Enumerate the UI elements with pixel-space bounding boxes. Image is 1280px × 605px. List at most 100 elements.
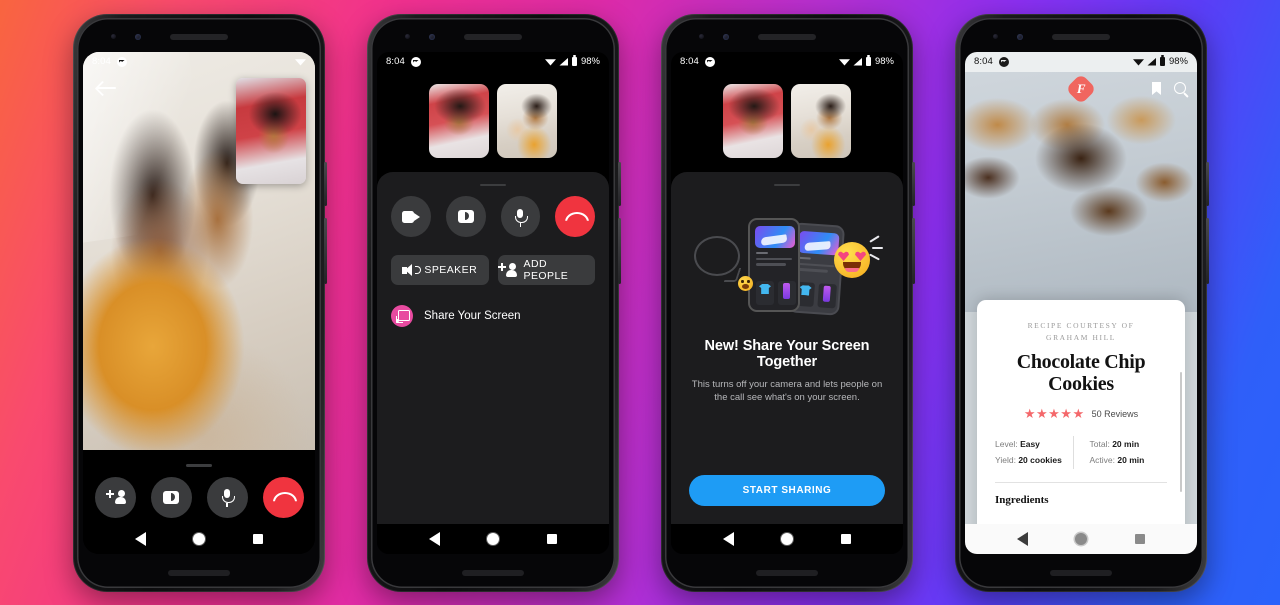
front-camera-icon [405,33,410,39]
status-time: 8:04 [974,56,993,67]
flip-camera-button[interactable] [445,196,486,237]
sensor-icon [1017,33,1023,40]
add-people-label: ADD PEOPLE [523,258,569,282]
status-right [295,58,306,66]
power-button[interactable] [912,161,915,206]
speaker-label: SPEAKER [424,264,478,276]
home-circle-icon[interactable] [1075,532,1088,545]
meta-value: Easy [1020,438,1040,449]
heart-eye [855,251,866,261]
messenger-icon [410,56,421,67]
video-camera-icon [401,210,420,223]
participant-thumbnail[interactable] [429,83,489,158]
recents-square-icon[interactable] [841,533,852,544]
meta-row: Yield: 20 cookies [995,452,1073,469]
home-circle-icon[interactable] [193,532,206,545]
divider [995,481,1167,483]
earpiece-speaker [1052,33,1110,40]
power-button[interactable] [324,161,327,206]
status-bar: 8:04 98% [965,51,1197,72]
recents-square-icon[interactable] [253,533,264,544]
search-icon[interactable] [1174,82,1186,94]
food-network-logo[interactable]: F [1065,72,1097,105]
bookmark-icon[interactable] [1152,82,1161,95]
status-time: 8:04 [386,56,405,67]
volume-button[interactable] [618,217,621,284]
status-left: 8:04 [386,56,421,67]
sneaker-image [798,230,840,256]
recents-square-icon[interactable] [1135,533,1146,544]
meta-label: Yield: [995,455,1016,466]
end-call-button[interactable] [262,476,304,518]
tshirt-icon [799,285,812,296]
speaker-icon [402,263,422,277]
self-view-pip[interactable] [236,77,306,184]
front-camera-icon [699,33,704,39]
mute-button[interactable] [206,476,248,518]
scrollbar[interactable] [1180,371,1182,492]
drag-handle[interactable] [186,464,212,467]
flip-camera-icon [163,490,179,504]
back-triangle-icon[interactable] [428,531,440,546]
sparkle-line [869,235,880,243]
home-circle-icon[interactable] [781,532,794,545]
participant-thumbnail[interactable] [723,83,783,158]
add-person-button[interactable] [94,476,136,518]
drag-handle[interactable] [774,183,800,186]
video-button[interactable] [391,196,431,237]
battery-percent: 98% [1168,56,1188,67]
recipe-app-bar: F [965,72,1197,106]
participant-thumbnail[interactable] [497,83,557,158]
meta-label: Level: [995,438,1018,449]
cookies-photo [965,71,1197,312]
home-circle-icon[interactable] [487,532,500,545]
end-call-icon [565,212,585,222]
tshirt-icon [759,284,771,294]
recents-square-icon[interactable] [547,533,558,544]
messenger-icon [116,56,127,67]
meta-value: 20 min [1117,455,1145,466]
android-nav-bar [377,523,609,554]
wifi-icon [838,59,850,66]
back-triangle-icon[interactable] [722,531,734,546]
control-row [391,196,595,237]
mute-button[interactable] [500,196,541,237]
front-camera-icon [111,33,116,39]
end-call-button[interactable] [555,196,595,237]
add-people-button[interactable]: ADD PEOPLE [497,255,595,285]
status-time: 8:04 [680,56,699,67]
power-button[interactable] [618,161,621,206]
back-triangle-icon[interactable] [134,531,146,546]
back-arrow-icon[interactable] [97,80,117,96]
logo-letter: F [1076,80,1086,96]
share-screen-row[interactable]: Share Your Screen [391,305,595,327]
battery-icon [865,55,872,66]
promo-sheet: New! Share Your Screen Together This tur… [671,171,903,524]
flip-camera-button[interactable] [150,476,192,518]
recipe-content: F RECIPE COURTESY OF GRAHAM HILL Chocola… [965,71,1197,524]
start-sharing-button[interactable]: START SHARING [689,474,885,506]
product-tile [817,283,837,309]
drag-handle[interactable] [480,183,506,186]
volume-button[interactable] [324,217,327,284]
back-triangle-icon[interactable] [1016,531,1028,546]
power-button[interactable] [1206,161,1209,206]
surprised-emoji-icon [738,276,753,291]
recipe-title-line-1: Chocolate Chip [1016,350,1146,373]
volume-button[interactable] [1206,217,1209,284]
speaker-button[interactable]: SPEAKER [391,255,489,285]
status-right: 98% [544,55,600,67]
volume-button[interactable] [912,217,915,284]
sensor-icon [429,33,435,40]
add-person-icon [105,490,126,504]
phone-4-screen: 8:04 98% F RECIPE COURTESY OF GRAHAM HIL… [965,51,1197,554]
screen-share-icon [391,305,413,327]
signal-icon [559,57,569,66]
sparkle-line [869,253,880,261]
call-controls-sheet: SPEAKER ADD PEOPLE Share Your Screen [377,171,609,524]
text-lines [756,252,792,269]
bottle-icon [783,283,790,299]
meta-row: Level: Easy [995,436,1073,453]
participant-thumbnail[interactable] [791,83,851,158]
battery-percent: 98% [874,56,894,67]
